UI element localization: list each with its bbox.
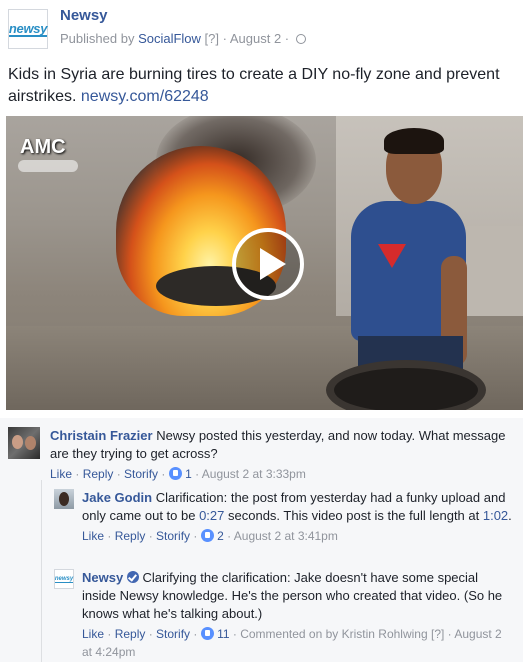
meta-prefix: Published by bbox=[60, 31, 139, 46]
help-mark[interactable]: [?] bbox=[431, 627, 444, 641]
comment-body: Christain Frazier Newsy posted this yest… bbox=[50, 427, 515, 463]
video-time-link[interactable]: 0:27 bbox=[199, 508, 224, 523]
newsy-logo: newsy bbox=[8, 20, 48, 37]
avatar[interactable] bbox=[8, 427, 40, 459]
video-watermark-subtitle bbox=[18, 160, 78, 172]
post-link[interactable]: newsy.com/62248 bbox=[81, 88, 209, 105]
comment-christain-frazier: Christain Frazier Newsy posted this yest… bbox=[50, 427, 515, 483]
comment-author-link[interactable]: Christain Frazier bbox=[50, 428, 153, 443]
video-boy-hair bbox=[384, 128, 444, 154]
reply-content: Newsy Clarifying the clarification: Jake… bbox=[82, 569, 515, 661]
video-watermark: AMC bbox=[20, 136, 66, 158]
video-time-link[interactable]: 1:02 bbox=[483, 508, 508, 523]
comment-text: seconds. This video post is the full len… bbox=[224, 508, 483, 523]
storify-link[interactable]: Storify bbox=[156, 529, 190, 543]
reply-content: Jake Godin Clarification: the post from … bbox=[82, 489, 515, 545]
comment-body: Newsy Clarifying the clarification: Jake… bbox=[82, 569, 515, 623]
post-meta: Published by SocialFlow [?] · August 2 · bbox=[60, 31, 306, 46]
comment-text: Clarifying the clarification: Jake doesn… bbox=[82, 570, 503, 621]
meta-separator: · bbox=[219, 31, 230, 46]
storify-link[interactable]: Storify bbox=[124, 467, 158, 481]
globe-icon[interactable] bbox=[295, 34, 306, 44]
avatar[interactable]: newsy bbox=[54, 569, 74, 589]
avatar[interactable] bbox=[54, 489, 74, 509]
like-link[interactable]: Like bbox=[50, 467, 72, 481]
post-text: Kids in Syria are burning tires to creat… bbox=[8, 64, 513, 108]
page-avatar[interactable]: newsy bbox=[8, 9, 48, 49]
reply-thread-line bbox=[41, 480, 42, 662]
like-link[interactable]: Like bbox=[82, 529, 104, 543]
reaction-count[interactable]: 1 bbox=[185, 467, 192, 481]
comment-timestamp[interactable]: August 2 at 3:33pm bbox=[202, 467, 306, 481]
commented-on-text: Commented on by Kristin Rohlwing bbox=[240, 627, 428, 641]
like-reaction-icon[interactable] bbox=[200, 529, 214, 542]
post-date-link[interactable]: August 2 bbox=[230, 31, 281, 46]
comment-body: Jake Godin Clarification: the post from … bbox=[82, 489, 515, 525]
like-link[interactable]: Like bbox=[82, 627, 104, 641]
like-reaction-icon[interactable] bbox=[168, 467, 182, 480]
comment-author-link[interactable]: Jake Godin bbox=[82, 490, 152, 505]
verified-badge-icon bbox=[126, 571, 139, 583]
comment-timestamp[interactable]: August 2 at 3:41pm bbox=[234, 529, 338, 543]
reaction-count[interactable]: 2 bbox=[217, 529, 224, 543]
meta-separator: · bbox=[281, 31, 293, 46]
storify-link[interactable]: Storify bbox=[156, 627, 190, 641]
comments-section: Christain Frazier Newsy posted this yest… bbox=[0, 418, 523, 662]
comment-actions: Like · Reply · Storify · 11 · Commented … bbox=[82, 627, 502, 659]
help-mark[interactable]: [?] bbox=[205, 31, 219, 46]
post-header: newsy Newsy Published by SocialFlow [?] … bbox=[0, 0, 523, 58]
page-name-link[interactable]: Newsy bbox=[60, 7, 108, 24]
reply-link[interactable]: Reply bbox=[83, 467, 114, 481]
newsy-logo: newsy bbox=[54, 575, 74, 583]
reply-link[interactable]: Reply bbox=[115, 627, 146, 641]
comment-actions: Like · Reply · Storify · 1 · August 2 at… bbox=[50, 467, 306, 481]
reply-link[interactable]: Reply bbox=[115, 529, 146, 543]
like-reaction-icon[interactable] bbox=[200, 627, 214, 640]
publisher-link[interactable]: SocialFlow bbox=[138, 31, 201, 46]
video-player[interactable]: AMC bbox=[6, 116, 523, 410]
comment-text: . bbox=[508, 508, 512, 523]
comment-author-link[interactable]: Newsy bbox=[82, 570, 123, 585]
play-button-icon[interactable] bbox=[232, 228, 304, 300]
comment-actions: Like · Reply · Storify · 2 · August 2 at… bbox=[82, 529, 338, 543]
reaction-count[interactable]: 11 bbox=[217, 627, 229, 641]
